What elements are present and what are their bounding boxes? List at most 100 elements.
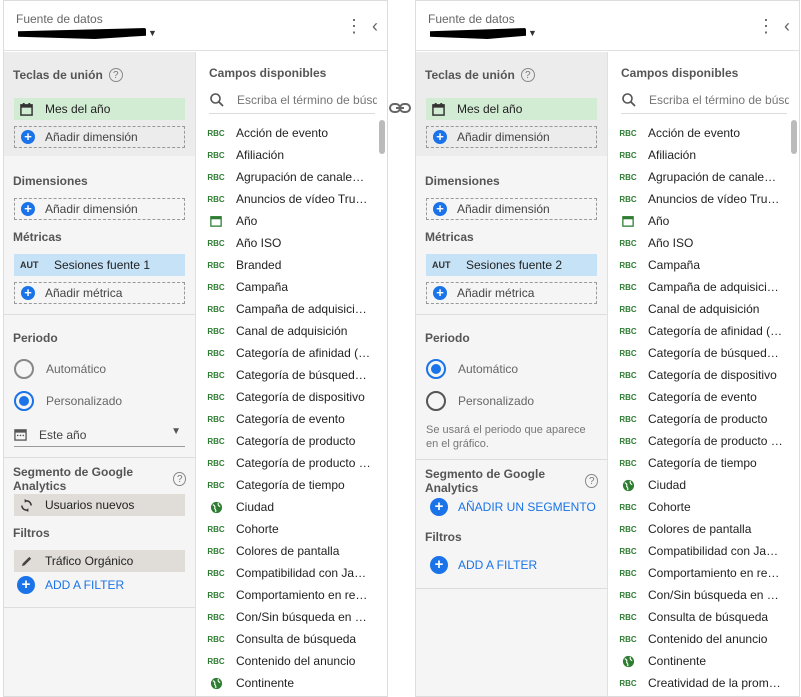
field-item[interactable]: RBC Agrupación de canale…: [197, 166, 379, 188]
metric-chip[interactable]: AUT Sesiones fuente 2: [426, 254, 597, 276]
field-item[interactable]: Ciudad: [197, 496, 379, 518]
help-icon[interactable]: ?: [520, 68, 535, 82]
field-item[interactable]: RBC Categoría de tiempo: [609, 452, 791, 474]
field-item[interactable]: RBC Categoría de producto: [197, 430, 379, 452]
field-item[interactable]: RBC Canal de adquisición: [197, 320, 379, 342]
collapse-chevron-icon[interactable]: ‹: [367, 15, 383, 37]
field-item[interactable]: RBC Comportamiento en re…: [197, 584, 379, 606]
field-item[interactable]: RBC Categoría de afinidad (…: [609, 320, 791, 342]
field-item[interactable]: RBC Comportamiento en re…: [609, 562, 791, 584]
help-icon[interactable]: ?: [173, 472, 186, 486]
add-dimension-button[interactable]: + Añadir dimensión: [14, 198, 185, 220]
field-item[interactable]: RBC Campaña de adquisici…: [197, 298, 379, 320]
field-item[interactable]: RBC Categoría de búsqued…: [609, 342, 791, 364]
add-filter-button[interactable]: + ADD A FILTER: [416, 554, 607, 576]
field-item[interactable]: RBC Afiliación: [197, 144, 379, 166]
field-item[interactable]: RBC Branded: [197, 254, 379, 276]
field-item[interactable]: Continente: [197, 672, 379, 694]
add-metric-button[interactable]: + Añadir métrica: [14, 282, 185, 304]
add-filter-label: ADD A FILTER: [458, 558, 538, 572]
add-metric-button[interactable]: + Añadir métrica: [426, 282, 597, 304]
field-item[interactable]: RBC Consulta de búsqueda: [197, 628, 379, 650]
field-item[interactable]: RBC Colores de pantalla: [609, 518, 791, 540]
data-source-selector[interactable]: ▼: [428, 28, 568, 40]
field-item[interactable]: RBC Categoría de producto …: [609, 430, 791, 452]
divider: [4, 607, 195, 608]
field-search-input[interactable]: [649, 92, 789, 107]
field-item[interactable]: RBC Acción de evento: [197, 122, 379, 144]
field-item[interactable]: Ciudad: [609, 474, 791, 496]
field-item[interactable]: RBC Categoría de tiempo: [197, 474, 379, 496]
field-item[interactable]: RBC Con/Sin búsqueda en …: [197, 606, 379, 628]
add-join-dimension-button[interactable]: + Añadir dimensión: [14, 126, 185, 148]
period-auto-radio[interactable]: Automático: [416, 353, 607, 385]
field-item[interactable]: RBC Agrupación de canale…: [609, 166, 791, 188]
scrollbar[interactable]: [379, 120, 385, 154]
date-range-select[interactable]: Este año ▼: [14, 423, 185, 447]
field-type-icon: RBC: [207, 327, 225, 336]
scrollbar[interactable]: [791, 120, 797, 154]
field-item[interactable]: RBC Año ISO: [609, 232, 791, 254]
join-keys-section: Teclas de unión ? Mes del año + Añadir d…: [416, 52, 607, 156]
field-item[interactable]: RBC Acción de evento: [609, 122, 791, 144]
field-item[interactable]: RBC Cohorte: [609, 496, 791, 518]
field-item[interactable]: RBC Campaña de adquisici…: [609, 276, 791, 298]
period-custom-radio[interactable]: Personalizado: [4, 385, 195, 417]
add-dimension-button[interactable]: + Añadir dimensión: [426, 198, 597, 220]
field-item[interactable]: RBC Canal de adquisición: [609, 298, 791, 320]
join-key-chip[interactable]: Mes del año: [14, 98, 185, 120]
field-item[interactable]: RBC Categoría de dispositivo: [197, 386, 379, 408]
period-custom-radio[interactable]: Personalizado: [416, 385, 607, 417]
field-item[interactable]: RBC Categoría de producto: [609, 408, 791, 430]
field-item[interactable]: Año: [197, 210, 379, 232]
text-type-icon: RBC: [619, 392, 637, 402]
text-type-icon: RBC: [207, 546, 225, 556]
more-options-icon[interactable]: ⋮: [757, 15, 775, 37]
sync-icon: [21, 498, 32, 512]
field-item[interactable]: RBC Contenido del anuncio: [609, 628, 791, 650]
field-item[interactable]: RBC Contenido del anuncio: [197, 650, 379, 672]
add-segment-button[interactable]: + AÑADIR UN SEGMENTO: [416, 496, 607, 518]
field-item[interactable]: RBC Colores de pantalla: [197, 540, 379, 562]
field-item[interactable]: RBC Campaña: [609, 254, 791, 276]
field-item[interactable]: RBC Categoría de búsqued…: [197, 364, 379, 386]
field-item[interactable]: RBC Afiliación: [609, 144, 791, 166]
field-item[interactable]: RBC Anuncios de vídeo Tru…: [609, 188, 791, 210]
field-item[interactable]: RBC Categoría de evento: [609, 386, 791, 408]
field-item[interactable]: RBC Campaña: [197, 276, 379, 298]
more-options-icon[interactable]: ⋮: [345, 15, 363, 37]
metrics-title: Métricas: [425, 230, 474, 244]
field-item[interactable]: RBC Cohorte: [197, 518, 379, 540]
field-item[interactable]: RBC Anuncios de vídeo Tru…: [197, 188, 379, 210]
add-join-dimension-button[interactable]: + Añadir dimensión: [426, 126, 597, 148]
collapse-chevron-icon[interactable]: ‹: [779, 15, 795, 37]
period-auto-radio[interactable]: Automático: [4, 353, 195, 385]
field-item[interactable]: RBC Categoría de dispositivo: [609, 364, 791, 386]
field-item[interactable]: RBC Compatibilidad con Ja…: [197, 562, 379, 584]
field-item[interactable]: RBC Consulta de búsqueda: [609, 606, 791, 628]
field-search-input[interactable]: [237, 92, 377, 107]
add-filter-button[interactable]: + ADD A FILTER: [4, 574, 195, 596]
field-item[interactable]: RBC Categoría de evento: [197, 408, 379, 430]
metric-chip[interactable]: AUT Sesiones fuente 1: [14, 254, 185, 276]
field-item[interactable]: Continente: [609, 650, 791, 672]
search-icon: [622, 92, 636, 107]
field-item[interactable]: RBC Categoría de afinidad (…: [197, 342, 379, 364]
segment-chip[interactable]: Usuarios nuevos: [14, 494, 185, 516]
help-icon[interactable]: ?: [108, 68, 123, 82]
field-item[interactable]: RBC Año ISO: [197, 232, 379, 254]
divider: [416, 459, 607, 460]
field-item[interactable]: RBC Creatividad de la prom…: [609, 672, 791, 694]
field-item[interactable]: RBC Categoría de producto …: [197, 452, 379, 474]
available-fields-column: Campos disponibles RBCAcción de eventoRB…: [609, 52, 799, 696]
field-item[interactable]: Año: [609, 210, 791, 232]
field-item[interactable]: RBC Con/Sin búsqueda en …: [609, 584, 791, 606]
field-item[interactable]: RBC Compatibilidad con Ja…: [609, 540, 791, 562]
join-keys-title: Teclas de unión ?: [416, 64, 607, 86]
data-source-selector[interactable]: ▼: [16, 28, 157, 40]
field-label: Categoría de dispositivo: [648, 368, 777, 382]
help-icon[interactable]: ?: [585, 474, 598, 488]
add-icon: +: [21, 202, 35, 216]
join-key-chip[interactable]: Mes del año: [426, 98, 597, 120]
filter-chip[interactable]: Tráfico Orgánico: [14, 550, 185, 572]
